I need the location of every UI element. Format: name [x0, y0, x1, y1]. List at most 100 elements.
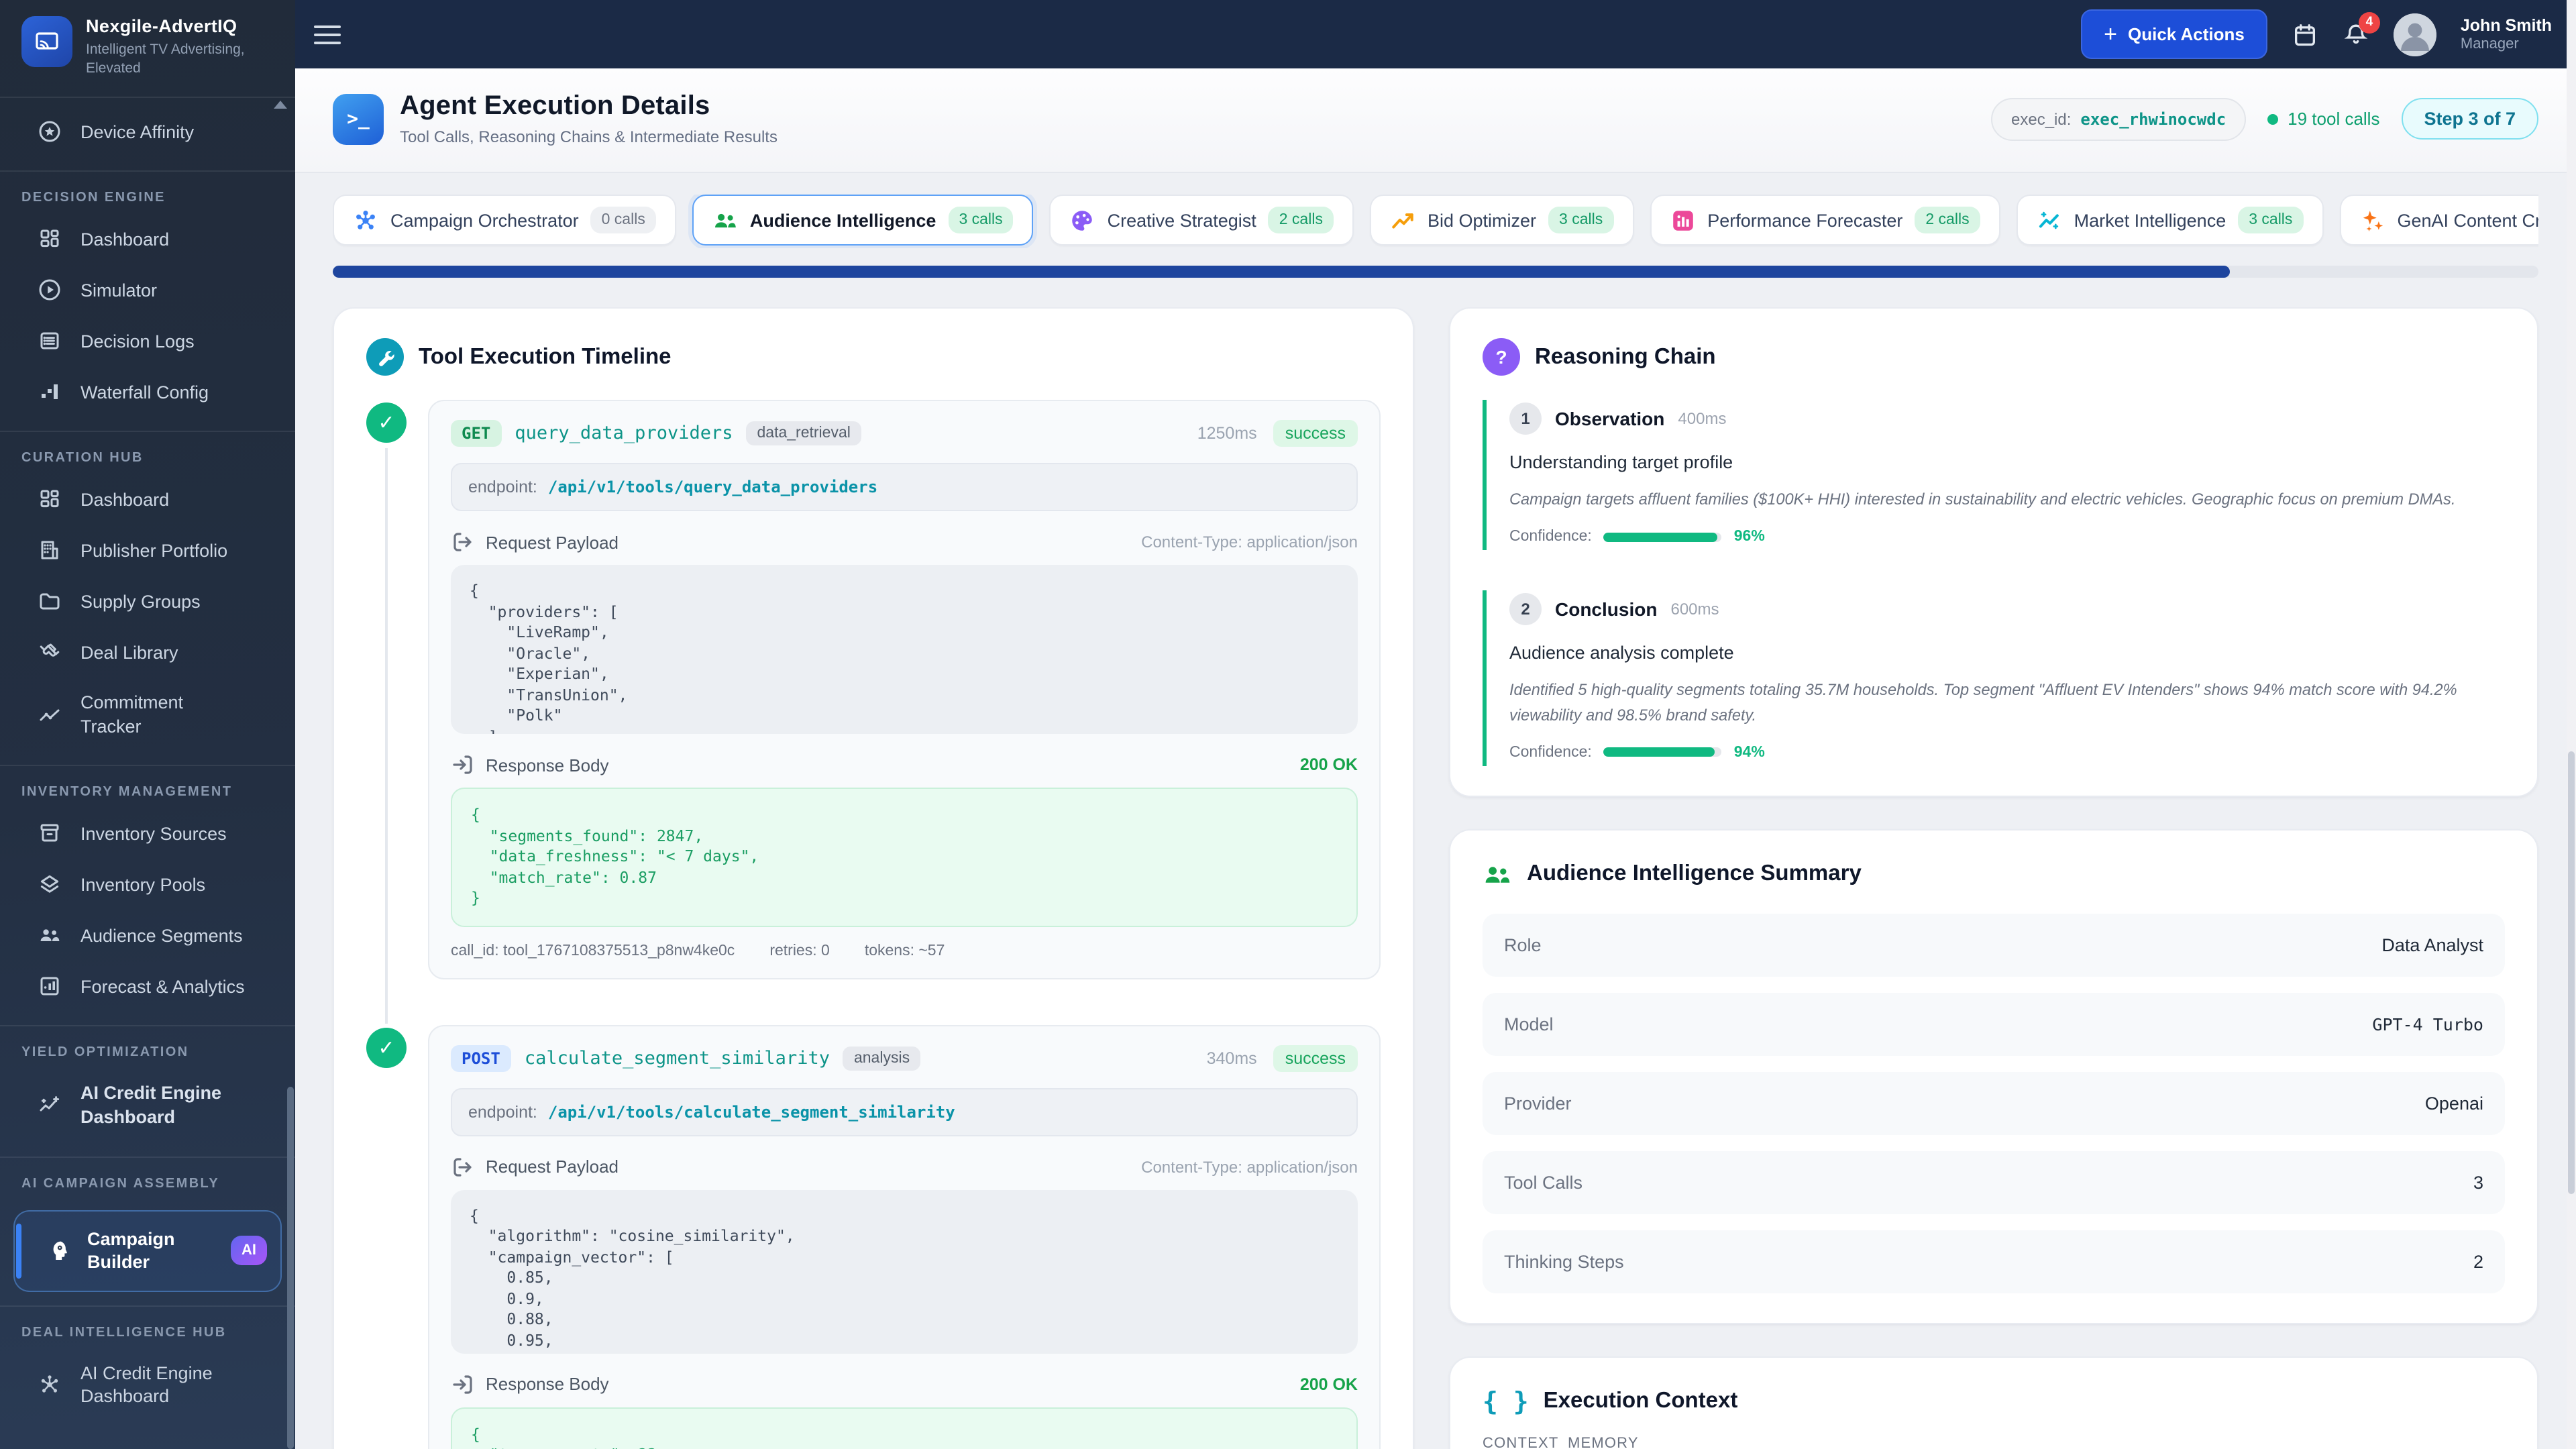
step-type: Conclusion: [1555, 598, 1658, 621]
menu-icon[interactable]: [314, 25, 341, 44]
sidebar-item-label: Audience Segments: [80, 925, 243, 946]
confidence-label: Confidence:: [1509, 529, 1592, 545]
quick-actions-button[interactable]: + Quick Actions: [2081, 9, 2267, 59]
response-body-label: Response Body: [486, 755, 609, 775]
folder-icon: [38, 590, 62, 614]
sidebar-item-inventory-pools[interactable]: Inventory Pools: [0, 859, 295, 910]
step-duration: 600ms: [1670, 600, 1719, 619]
waterfall-icon: [38, 380, 62, 405]
archive-icon: [38, 822, 62, 846]
sidebar-item-label: AI Credit Engine Dashboard: [80, 1083, 222, 1127]
summary-row: Thinking Steps 2: [1483, 1230, 2505, 1293]
sidebar-item-ai-credit-engine-dashboard[interactable]: AI Credit Engine Dashboard: [0, 1069, 295, 1142]
tab-creative-strategist[interactable]: Creative Strategist 2 calls: [1049, 195, 1354, 246]
reasoning-step: 2 Conclusion 600ms Audience analysis com…: [1483, 590, 2505, 766]
http-method-badge: GET: [451, 420, 502, 447]
sidebar-item-commitment-tracker[interactable]: Commitment Tracker: [0, 678, 295, 752]
sidebar-item-publisher-portfolio[interactable]: Publisher Portfolio: [0, 525, 295, 576]
sidebar-item-forecast-analytics[interactable]: Forecast & Analytics: [0, 961, 295, 1012]
audience-intelligence-summary-panel: Audience Intelligence Summary Role Data …: [1449, 828, 2538, 1324]
calendar-icon[interactable]: [2292, 21, 2318, 48]
brand: Nexgile-AdvertIQ Intelligent TV Advertis…: [0, 0, 295, 99]
sidebar-item-deal-library[interactable]: Deal Library: [0, 627, 295, 678]
panel-title: Audience Intelligence Summary: [1527, 861, 1862, 886]
users-icon: [712, 207, 738, 233]
topbar: + Quick Actions 4 John Smith Manager: [295, 0, 2576, 68]
content-type: Content-Type: application/json: [1141, 533, 1358, 551]
sidebar-item-simulator[interactable]: Simulator: [0, 265, 295, 316]
calls-badge: 3 calls: [1548, 207, 1614, 233]
reasoning-chain-panel: ? Reasoning Chain 1 Observation 400ms Un…: [1449, 307, 2538, 797]
exec-id-value: exec_rhwinocwdc: [2080, 109, 2226, 128]
tab-label: Market Intelligence: [2074, 210, 2226, 230]
endpoint-row: endpoint: /api/v1/tools/calculate_segmen…: [451, 1087, 1358, 1136]
execution-progress-fill: [333, 266, 2230, 278]
user-name: John Smith: [2460, 16, 2552, 35]
notifications-button[interactable]: 4: [2343, 11, 2380, 48]
step-number: 1: [1509, 402, 1542, 435]
summary-row: Role Data Analyst: [1483, 913, 2505, 977]
molecule-icon: [353, 207, 378, 233]
play-circle-icon: [38, 278, 62, 303]
confidence-label: Confidence:: [1509, 744, 1592, 761]
response-body-json: { "top_segments": 23, "best_match": { "n…: [451, 1407, 1358, 1449]
step-type: Observation: [1555, 408, 1665, 429]
users-icon: [1483, 860, 1512, 890]
success-check-icon: ✓: [366, 1027, 407, 1067]
notification-badge: 4: [2358, 11, 2380, 33]
exec-id-pill: exec_id: exec_rhwinocwdc: [1991, 97, 2247, 140]
sidebar-item-waterfall-config[interactable]: Waterfall Config: [0, 367, 295, 418]
sidebar-section-yield-optimization: YIELD OPTIMIZATION: [21, 1045, 189, 1061]
sidebar-item-inventory-sources[interactable]: Inventory Sources: [0, 808, 295, 859]
page-scrollbar[interactable]: [2567, 0, 2576, 1449]
sidebar-item-decision-logs[interactable]: Decision Logs: [0, 316, 295, 367]
page-title: Agent Execution Details: [400, 91, 710, 121]
sidebar-item-label: Dashboard: [80, 229, 170, 250]
reasoning-head-icon: ?: [1483, 338, 1520, 376]
tab-genai-content-creator[interactable]: GenAI Content Creator 3 calls: [2339, 195, 2538, 246]
tab-audience-intelligence[interactable]: Audience Intelligence 3 calls: [692, 195, 1034, 246]
sidebar-item-deal-ai-credit-engine-dashboard[interactable]: AI Credit Engine Dashboard: [0, 1348, 295, 1421]
avatar[interactable]: [2393, 13, 2436, 56]
sidebar-item-supply-groups[interactable]: Supply Groups: [0, 576, 295, 627]
request-payload-json: { "providers": [ "LiveRamp", "Oracle", "…: [451, 565, 1358, 734]
sparkles-icon: [2359, 207, 2385, 233]
summary-row: Provider Openai: [1483, 1071, 2505, 1135]
sidebar-item-label: Simulator: [80, 280, 158, 301]
sidebar-item-label: Supply Groups: [80, 591, 201, 612]
success-check-icon: ✓: [366, 402, 407, 443]
tool-category-badge: data_retrieval: [746, 421, 861, 445]
tab-label: Audience Intelligence: [749, 210, 936, 230]
tab-market-intelligence[interactable]: Market Intelligence 3 calls: [2016, 195, 2324, 246]
sidebar-scrollbar[interactable]: [287, 1087, 294, 1449]
sidebar-scroll-up-icon[interactable]: [274, 101, 287, 109]
response-body-label: Response Body: [486, 1374, 609, 1394]
sidebar-item-label: Forecast & Analytics: [80, 976, 245, 997]
summary-row: Model GPT-4 Turbo: [1483, 992, 2505, 1056]
sidebar-item-label: Waterfall Config: [80, 382, 209, 402]
confidence-bar: [1603, 747, 1722, 757]
sidebar-section-ai-campaign-assembly: AI CAMPAIGN ASSEMBLY: [21, 1176, 220, 1191]
handshake-icon: [38, 641, 62, 665]
user-info[interactable]: John Smith Manager: [2461, 16, 2552, 52]
tool-category-badge: analysis: [843, 1046, 921, 1070]
sidebar-item-dashboard[interactable]: Dashboard: [0, 214, 295, 265]
ai-badge: AI: [231, 1236, 267, 1266]
call-id: call_id: tool_1767108375513_p8nw4ke0c: [451, 943, 735, 959]
chart-box-icon: [38, 975, 62, 999]
call-meta: call_id: tool_1767108375513_p8nw4ke0c re…: [451, 943, 1358, 959]
sidebar-item-device-affinity[interactable]: Device Affinity: [0, 107, 295, 158]
user-role: Manager: [2460, 36, 2519, 52]
sidebar-item-curation-dashboard[interactable]: Dashboard: [0, 474, 295, 525]
scrollbar-thumb[interactable]: [2568, 751, 2575, 1194]
app-window: Nexgile-AdvertIQ Intelligent TV Advertis…: [0, 0, 2576, 1449]
main-content: >_ Agent Execution Details Tool Calls, R…: [295, 68, 2576, 1449]
step-detail: Identified 5 high-quality segments total…: [1509, 680, 2457, 724]
tool-calls-total: 19 tool calls: [2267, 109, 2379, 129]
tab-campaign-orchestrator[interactable]: Campaign Orchestrator 0 calls: [333, 195, 676, 246]
request-payload-label: Request Payload: [486, 1157, 619, 1177]
tab-performance-forecaster[interactable]: Performance Forecaster 2 calls: [1650, 195, 2000, 246]
sidebar-item-campaign-builder[interactable]: Campaign Builder AI: [13, 1210, 282, 1292]
tab-bid-optimizer[interactable]: Bid Optimizer 3 calls: [1369, 195, 1634, 246]
sidebar-item-audience-segments[interactable]: Audience Segments: [0, 910, 295, 961]
